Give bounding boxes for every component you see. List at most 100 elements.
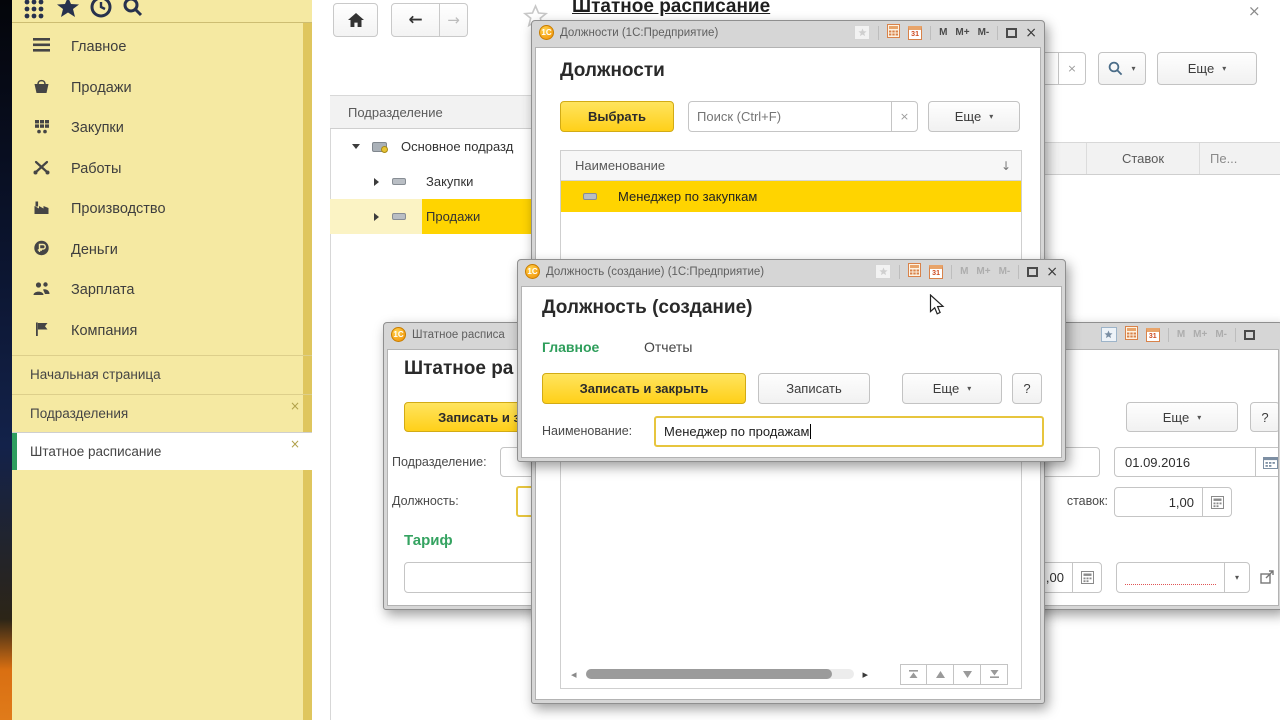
- name-column-header[interactable]: Наименование ↓: [561, 151, 1021, 181]
- tab-close-icon[interactable]: ×: [290, 399, 300, 413]
- go-down-button[interactable]: [954, 663, 982, 685]
- more-button[interactable]: Еще ▾: [1126, 402, 1238, 432]
- calculator-icon[interactable]: [887, 24, 901, 41]
- sidebar-item-purchases[interactable]: Закупки: [12, 108, 303, 148]
- monitor-m-minus-button[interactable]: M-: [1215, 329, 1227, 340]
- page-title[interactable]: Штатное расписание: [572, 0, 770, 18]
- select-button[interactable]: Выбрать: [560, 101, 674, 132]
- pin-icon[interactable]: [854, 25, 871, 40]
- save-button[interactable]: Записать: [758, 373, 870, 404]
- open-link-icon[interactable]: [1260, 569, 1275, 589]
- list-more-button[interactable]: Еще ▾: [1157, 52, 1257, 85]
- maximize-button[interactable]: [1006, 27, 1018, 38]
- monitor-m-button[interactable]: M: [1177, 329, 1185, 340]
- monitor-m-minus-button[interactable]: M-: [978, 27, 990, 38]
- sidebar-item-sales[interactable]: Продажи: [12, 68, 303, 108]
- close-button[interactable]: ×: [1025, 26, 1037, 40]
- search-button[interactable]: ▾: [1098, 52, 1146, 85]
- column-label: Ставок: [1121, 151, 1165, 166]
- tab-reports[interactable]: Отчеты: [644, 339, 692, 355]
- sidebar-tab-departments[interactable]: Подразделения ×: [12, 394, 312, 432]
- go-last-button[interactable]: [981, 663, 1009, 685]
- sidebar-item-label: Производство: [71, 201, 166, 217]
- scrollbar-thumb[interactable]: [585, 669, 832, 679]
- column-rate[interactable]: Ставок: [1087, 143, 1200, 174]
- date-picker-icon[interactable]: [1255, 448, 1278, 476]
- monitor-m-plus-button[interactable]: M+: [1193, 329, 1207, 340]
- scroll-right-icon[interactable]: ▸: [863, 668, 869, 681]
- column-label: Пе...: [1210, 151, 1238, 166]
- combo-dropdown-icon[interactable]: ▾: [1224, 563, 1249, 592]
- window-titlebar[interactable]: 1С Должности (1С:Предприятие) 31 M M+ M-…: [532, 21, 1044, 44]
- monitor-m-button[interactable]: M: [939, 27, 947, 38]
- calculator-icon[interactable]: [908, 263, 922, 280]
- calendar-icon[interactable]: 31: [908, 25, 923, 40]
- more-button[interactable]: Еще ▾: [902, 373, 1002, 404]
- pin-icon[interactable]: [875, 264, 892, 279]
- clear-search-icon[interactable]: ×: [891, 102, 917, 131]
- search-field[interactable]: ×: [688, 101, 918, 132]
- sidebar-item-money[interactable]: Деньги: [12, 230, 303, 270]
- calendar-day: 31: [1148, 332, 1157, 340]
- back-button[interactable]: ←: [391, 3, 440, 37]
- save-close-button[interactable]: Записать и закрыть: [542, 373, 746, 404]
- sidebar-item-production[interactable]: Производство: [12, 189, 303, 229]
- rate-count-label: ставок:: [1066, 494, 1108, 508]
- monitor-m-plus-button[interactable]: M+: [955, 27, 969, 38]
- calc-button-icon[interactable]: [1202, 488, 1231, 516]
- search-input[interactable]: [689, 102, 891, 131]
- calc-button-icon[interactable]: [1072, 563, 1101, 592]
- window-titlebar[interactable]: 1С Должность (создание) (1С:Предприятие)…: [518, 260, 1065, 283]
- rate-field[interactable]: 1,00: [1114, 487, 1232, 517]
- expand-icon[interactable]: [374, 212, 379, 221]
- search-icon[interactable]: [120, 0, 146, 22]
- sidebar-tab-home[interactable]: Начальная страница: [12, 355, 312, 393]
- tab-main[interactable]: Главное: [542, 339, 599, 355]
- grid-menu-icon[interactable]: [22, 0, 46, 22]
- go-first-button[interactable]: [900, 663, 928, 685]
- name-label: Наименование:: [542, 424, 633, 438]
- sidebar-item-company[interactable]: Компания: [12, 311, 303, 351]
- monitor-m-minus-button[interactable]: M-: [999, 266, 1011, 277]
- monitor-m-plus-button[interactable]: M+: [976, 266, 990, 277]
- caret-down-icon: ▾: [1222, 64, 1227, 73]
- close-button[interactable]: ×: [1046, 265, 1058, 279]
- name-value: Менеджер по продажам: [664, 424, 810, 439]
- monitor-m-button[interactable]: M: [960, 266, 968, 277]
- expand-icon[interactable]: [374, 177, 379, 186]
- maximize-button[interactable]: [1027, 266, 1039, 277]
- collapse-icon[interactable]: [352, 144, 360, 149]
- maximize-button[interactable]: [1244, 329, 1255, 340]
- sidebar-item-main[interactable]: Главное: [12, 27, 303, 67]
- home-button[interactable]: [333, 3, 378, 37]
- sidebar-tab-staffing[interactable]: Штатное расписание ×: [12, 432, 312, 470]
- tab-close-icon[interactable]: ×: [290, 437, 300, 451]
- date-field[interactable]: 01.09.2016: [1114, 447, 1278, 477]
- calendar-icon[interactable]: 31: [1145, 327, 1160, 342]
- go-up-button[interactable]: [927, 663, 955, 685]
- desktop-background: [0, 0, 12, 720]
- history-clock-icon[interactable]: [88, 0, 114, 22]
- list-row-selected[interactable]: Менеджер по закупкам: [561, 181, 1021, 212]
- button-label: Записать и з: [438, 409, 520, 425]
- horizontal-scrollbar[interactable]: [585, 669, 854, 679]
- column-pe[interactable]: Пе...: [1200, 143, 1280, 174]
- favorites-star-icon[interactable]: [54, 0, 82, 22]
- more-button[interactable]: Еще ▾: [928, 101, 1020, 132]
- sort-descending-icon[interactable]: ↓: [1001, 159, 1011, 173]
- calculator-icon[interactable]: [1124, 326, 1138, 343]
- form-close-icon[interactable]: ×: [1248, 2, 1261, 20]
- department-label: Подразделение:: [392, 455, 487, 469]
- forward-button[interactable]: →: [440, 3, 468, 37]
- scroll-left-icon[interactable]: ◂: [571, 668, 577, 681]
- currency-combo[interactable]: ▾: [1116, 562, 1250, 593]
- sidebar-item-works[interactable]: Работы: [12, 149, 303, 189]
- sidebar-item-salary[interactable]: Зарплата: [12, 270, 303, 310]
- help-button[interactable]: ?: [1012, 373, 1042, 404]
- calendar-icon[interactable]: 31: [929, 264, 944, 279]
- tariff-section-header[interactable]: Тариф: [404, 532, 453, 549]
- clear-search-icon[interactable]: ×: [1058, 53, 1085, 84]
- pin-star-icon[interactable]: [1100, 327, 1117, 342]
- help-button[interactable]: ?: [1250, 402, 1278, 432]
- name-input-focused[interactable]: Менеджер по продажам: [654, 416, 1044, 447]
